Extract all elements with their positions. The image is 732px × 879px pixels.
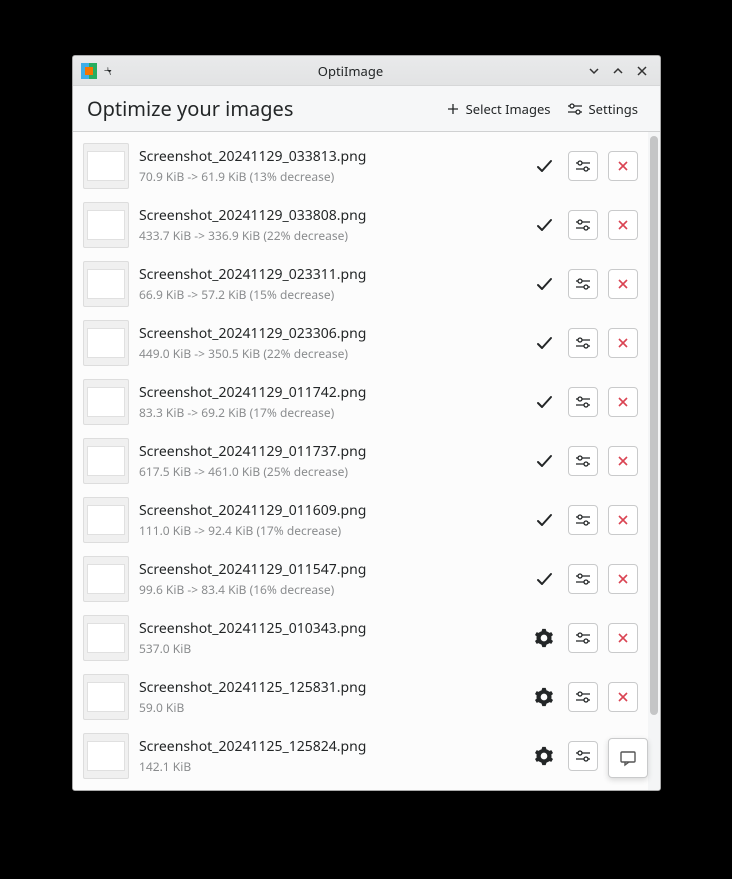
speech-bubble-icon bbox=[618, 748, 638, 768]
filename: Screenshot_20241129_011742.png bbox=[139, 383, 520, 402]
checkmark-icon bbox=[530, 447, 558, 475]
thumbnail bbox=[83, 733, 129, 779]
scrollbar-thumb[interactable] bbox=[650, 136, 658, 715]
list-item[interactable]: Screenshot_20241129_011609.png 111.0 KiB… bbox=[73, 490, 648, 549]
thumbnail bbox=[83, 674, 129, 720]
checkmark-icon bbox=[530, 211, 558, 239]
list-item[interactable]: Screenshot_20241129_011737.png 617.5 KiB… bbox=[73, 431, 648, 490]
settings-button[interactable]: Settings bbox=[559, 94, 646, 124]
image-list[interactable]: Screenshot_20241129_033813.png 70.9 KiB … bbox=[73, 132, 648, 790]
remove-button[interactable] bbox=[608, 505, 638, 535]
file-meta: 142.1 KiB bbox=[139, 758, 520, 775]
list-item[interactable]: Screenshot_20241129_033808.png 433.7 KiB… bbox=[73, 195, 648, 254]
chat-button[interactable] bbox=[608, 738, 648, 778]
remove-button[interactable] bbox=[608, 682, 638, 712]
pin-icon[interactable] bbox=[103, 65, 115, 77]
checkmark-icon bbox=[530, 565, 558, 593]
thumbnail bbox=[83, 438, 129, 484]
thumbnail bbox=[83, 615, 129, 661]
file-meta: 449.0 KiB -> 350.5 KiB (22% decrease) bbox=[139, 345, 520, 362]
list-item[interactable]: Screenshot_20241129_033813.png 70.9 KiB … bbox=[73, 136, 648, 195]
options-button[interactable] bbox=[568, 564, 598, 594]
checkmark-icon bbox=[530, 329, 558, 357]
filename: Screenshot_20241129_033808.png bbox=[139, 206, 520, 225]
remove-button[interactable] bbox=[608, 328, 638, 358]
list-item[interactable]: Screenshot_20241125_125824.png 142.1 KiB bbox=[73, 726, 648, 785]
app-window: OptiImage Optimize your images Select Im… bbox=[72, 55, 661, 791]
remove-button[interactable] bbox=[608, 623, 638, 653]
list-container: Screenshot_20241129_033813.png 70.9 KiB … bbox=[73, 132, 660, 790]
filename: Screenshot_20241129_011737.png bbox=[139, 442, 520, 461]
options-button[interactable] bbox=[568, 623, 598, 653]
gear-icon bbox=[530, 624, 558, 652]
remove-button[interactable] bbox=[608, 151, 638, 181]
options-button[interactable] bbox=[568, 741, 598, 771]
list-item[interactable]: Screenshot_20241129_011742.png 83.3 KiB … bbox=[73, 372, 648, 431]
file-meta: 59.0 KiB bbox=[139, 699, 520, 716]
filename: Screenshot_20241129_023311.png bbox=[139, 265, 520, 284]
list-item[interactable]: Screenshot_20241125_125831.png 59.0 KiB bbox=[73, 667, 648, 726]
remove-button[interactable] bbox=[608, 446, 638, 476]
options-button[interactable] bbox=[568, 210, 598, 240]
file-meta: 70.9 KiB -> 61.9 KiB (13% decrease) bbox=[139, 168, 520, 185]
toolbar: Optimize your images Select Images Setti… bbox=[73, 86, 660, 132]
options-button[interactable] bbox=[568, 682, 598, 712]
options-button[interactable] bbox=[568, 446, 598, 476]
filename: Screenshot_20241129_033813.png bbox=[139, 147, 520, 166]
titlebar[interactable]: OptiImage bbox=[73, 56, 660, 86]
remove-button[interactable] bbox=[608, 210, 638, 240]
list-item[interactable]: Screenshot_20241129_011547.png 99.6 KiB … bbox=[73, 549, 648, 608]
gear-icon bbox=[530, 742, 558, 770]
options-button[interactable] bbox=[568, 151, 598, 181]
thumbnail bbox=[83, 143, 129, 189]
file-meta: 83.3 KiB -> 69.2 KiB (17% decrease) bbox=[139, 404, 520, 421]
settings-label: Settings bbox=[589, 100, 638, 118]
checkmark-icon bbox=[530, 506, 558, 534]
close-button[interactable] bbox=[632, 61, 652, 81]
thumbnail bbox=[83, 261, 129, 307]
page-title: Optimize your images bbox=[87, 95, 438, 122]
options-button[interactable] bbox=[568, 328, 598, 358]
checkmark-icon bbox=[530, 270, 558, 298]
file-meta: 433.7 KiB -> 336.9 KiB (22% decrease) bbox=[139, 227, 520, 244]
remove-button[interactable] bbox=[608, 387, 638, 417]
scrollbar[interactable] bbox=[648, 132, 660, 790]
filename: Screenshot_20241129_023306.png bbox=[139, 324, 520, 343]
sliders-icon bbox=[567, 102, 583, 116]
gear-icon bbox=[530, 683, 558, 711]
file-meta: 617.5 KiB -> 461.0 KiB (25% decrease) bbox=[139, 463, 520, 480]
file-meta: 111.0 KiB -> 92.4 KiB (17% decrease) bbox=[139, 522, 520, 539]
app-icon bbox=[81, 63, 97, 79]
checkmark-icon bbox=[530, 152, 558, 180]
plus-icon bbox=[446, 102, 460, 116]
file-meta: 537.0 KiB bbox=[139, 640, 520, 657]
list-item[interactable]: Screenshot_20241129_023311.png 66.9 KiB … bbox=[73, 254, 648, 313]
options-button[interactable] bbox=[568, 387, 598, 417]
filename: Screenshot_20241129_011609.png bbox=[139, 501, 520, 520]
list-item[interactable]: Screenshot_20241125_010343.png 537.0 KiB bbox=[73, 608, 648, 667]
file-meta: 99.6 KiB -> 83.4 KiB (16% decrease) bbox=[139, 581, 520, 598]
remove-button[interactable] bbox=[608, 564, 638, 594]
select-images-label: Select Images bbox=[466, 100, 551, 118]
filename: Screenshot_20241125_125824.png bbox=[139, 737, 520, 756]
thumbnail bbox=[83, 497, 129, 543]
thumbnail bbox=[83, 320, 129, 366]
file-meta: 66.9 KiB -> 57.2 KiB (15% decrease) bbox=[139, 286, 520, 303]
minimize-button[interactable] bbox=[584, 61, 604, 81]
thumbnail bbox=[83, 202, 129, 248]
select-images-button[interactable]: Select Images bbox=[438, 94, 559, 124]
options-button[interactable] bbox=[568, 505, 598, 535]
remove-button[interactable] bbox=[608, 269, 638, 299]
options-button[interactable] bbox=[568, 269, 598, 299]
filename: Screenshot_20241125_010343.png bbox=[139, 619, 520, 638]
list-item[interactable]: Screenshot_20241129_023306.png 449.0 KiB… bbox=[73, 313, 648, 372]
thumbnail bbox=[83, 379, 129, 425]
maximize-button[interactable] bbox=[608, 61, 628, 81]
filename: Screenshot_20241125_125831.png bbox=[139, 678, 520, 697]
checkmark-icon bbox=[530, 388, 558, 416]
filename: Screenshot_20241129_011547.png bbox=[139, 560, 520, 579]
window-title: OptiImage bbox=[121, 62, 580, 80]
thumbnail bbox=[83, 556, 129, 602]
